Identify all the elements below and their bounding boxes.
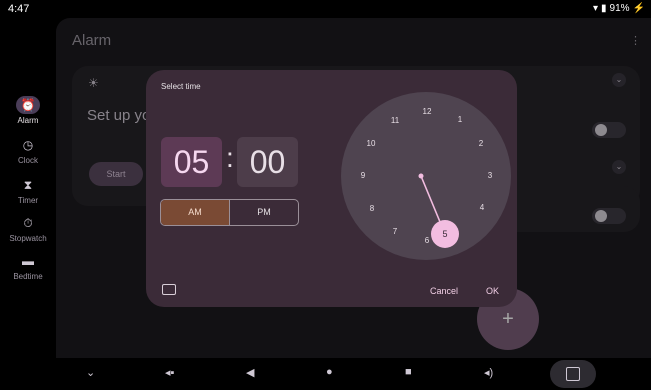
rail-item-label: Bedtime xyxy=(13,272,43,281)
time-picker-dialog: Select time 05 : 00 AM PM 12 1 2 3 4 5 6… xyxy=(146,70,517,307)
rail-item-label: Clock xyxy=(17,156,38,165)
am-button[interactable]: AM xyxy=(161,200,230,225)
alarm-icon: ⏰ xyxy=(16,96,40,114)
rail-item-clock[interactable]: ◷ Clock xyxy=(0,136,56,165)
rail-item-label: Alarm xyxy=(17,116,39,125)
volume-down-icon[interactable]: ◂▪ xyxy=(165,366,174,379)
clock-number-1[interactable]: 1 xyxy=(453,114,467,126)
navigation-rail: ⏰ Alarm ◷ Clock ⧗ Timer ⏱ Stopwatch ▬ Be… xyxy=(0,18,56,358)
recents-icon[interactable]: ■ xyxy=(405,366,412,378)
keyboard-icon[interactable] xyxy=(162,284,176,295)
clock-number-8[interactable]: 8 xyxy=(365,203,379,215)
clock-dial[interactable]: 12 1 2 3 4 5 6 7 8 9 10 11 xyxy=(341,92,511,260)
wifi-icon: ▾ xyxy=(592,3,599,14)
am-pm-toggle: AM PM xyxy=(160,199,299,226)
hour-field[interactable]: 05 xyxy=(161,137,222,187)
cancel-button[interactable]: Cancel xyxy=(430,286,458,296)
stopwatch-icon: ⏱ xyxy=(23,216,33,230)
rail-item-label: Timer xyxy=(17,196,39,205)
home-icon[interactable]: ● xyxy=(326,366,333,378)
rail-item-stopwatch[interactable]: ⏱ Stopwatch xyxy=(0,214,56,243)
pm-button[interactable]: PM xyxy=(230,200,298,225)
clock-number-6[interactable]: 6 xyxy=(420,235,434,247)
screenshot-button[interactable] xyxy=(550,360,596,388)
chevron-down-icon[interactable]: ⌄ xyxy=(86,366,95,379)
minute-field[interactable]: 00 xyxy=(237,137,298,187)
time-separator: : xyxy=(226,142,234,173)
bed-icon: ▬ xyxy=(22,254,34,268)
back-icon[interactable]: ◀ xyxy=(246,366,254,379)
battery-percent: 91% xyxy=(609,3,630,14)
clock-number-4[interactable]: 4 xyxy=(475,202,489,214)
dialog-title: Select time xyxy=(161,82,201,91)
rail-item-timer[interactable]: ⧗ Timer xyxy=(0,176,56,205)
clock-number-2[interactable]: 2 xyxy=(474,138,488,150)
clock-number-12[interactable]: 12 xyxy=(420,106,434,118)
clock-number-5-selected[interactable]: 5 xyxy=(431,220,459,248)
clock-number-10[interactable]: 10 xyxy=(364,138,378,150)
ok-button[interactable]: OK xyxy=(486,286,499,296)
screenshot-icon xyxy=(566,367,580,381)
battery-icon: ▮ xyxy=(601,3,607,14)
clock-number-9[interactable]: 9 xyxy=(356,170,370,182)
rail-item-label: Stopwatch xyxy=(9,234,47,243)
clock-number-7[interactable]: 7 xyxy=(388,226,402,238)
clock-icon: ◷ xyxy=(22,138,34,152)
status-icons: ▾ ▮ 91% ⚡ xyxy=(593,3,645,14)
clock-number-3[interactable]: 3 xyxy=(483,170,497,182)
clock-number-11[interactable]: 11 xyxy=(388,115,402,127)
status-time: 4:47 xyxy=(8,3,30,15)
hourglass-icon: ⧗ xyxy=(23,178,33,192)
no-charging-icon: ⚡ xyxy=(632,3,645,14)
status-bar: 4:47 ▾ ▮ 91% ⚡ xyxy=(0,0,651,18)
volume-up-icon[interactable]: ◂) xyxy=(484,366,493,379)
rail-item-bedtime[interactable]: ▬ Bedtime xyxy=(0,252,56,281)
rail-item-alarm[interactable]: ⏰ Alarm xyxy=(0,96,56,125)
